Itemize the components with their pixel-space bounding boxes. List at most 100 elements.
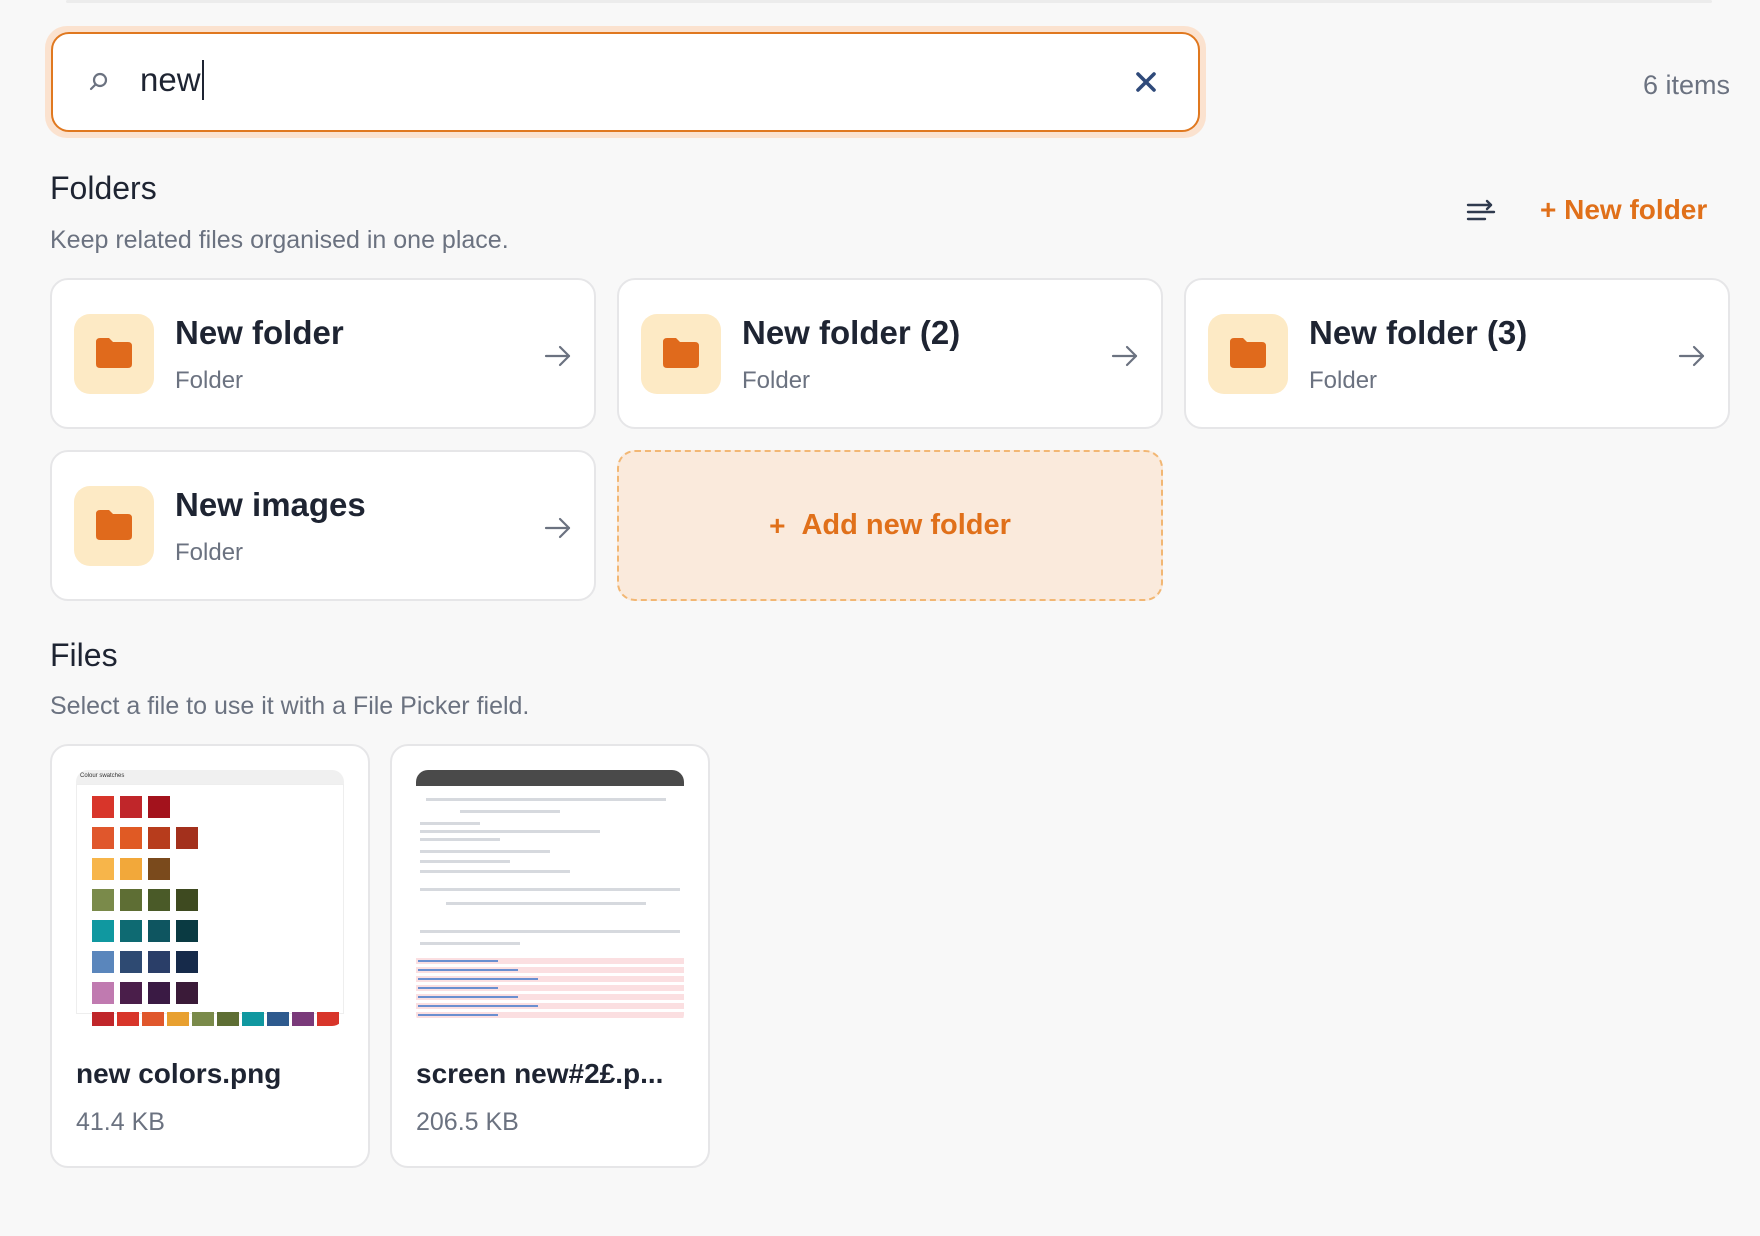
color-swatch bbox=[176, 827, 198, 849]
folder-name: New folder (3) bbox=[1309, 314, 1528, 351]
folder-icon bbox=[663, 338, 699, 368]
color-swatch bbox=[120, 858, 142, 880]
thumbnail-link bbox=[418, 960, 498, 962]
sort-options-icon[interactable] bbox=[1465, 196, 1497, 228]
folder-type: Folder bbox=[175, 367, 244, 394]
plus-icon: + bbox=[769, 509, 786, 541]
thumbnail-line bbox=[420, 838, 500, 841]
file-thumbnail: Colour swatches bbox=[76, 770, 344, 1026]
color-swatch bbox=[176, 920, 198, 942]
folder-name: New images bbox=[175, 486, 366, 523]
file-size: 41.4 KB bbox=[76, 1108, 165, 1136]
folders-subtitle: Keep related files organised in one plac… bbox=[50, 226, 509, 254]
thumbnail-line bbox=[446, 902, 646, 905]
add-new-folder-label: Add new folder bbox=[801, 509, 1011, 541]
search-input[interactable]: new bbox=[51, 32, 1200, 132]
color-swatch bbox=[120, 827, 142, 849]
thumbnail-line bbox=[420, 830, 600, 833]
thumbnail-line bbox=[420, 822, 480, 825]
folder-tile bbox=[74, 314, 154, 394]
file-name: screen new#2£.p... bbox=[416, 1058, 664, 1089]
folder-card[interactable]: New images Folder bbox=[50, 450, 596, 601]
files-subtitle: Select a file to use it with a File Pick… bbox=[50, 692, 530, 720]
folder-name: New folder bbox=[175, 314, 344, 351]
thumbnail-line bbox=[460, 810, 560, 813]
new-folder-button[interactable]: + New folder bbox=[1540, 194, 1707, 226]
file-name: new colors.png bbox=[76, 1058, 282, 1089]
thumbnail-link bbox=[418, 969, 518, 971]
folder-icon bbox=[96, 510, 132, 540]
color-swatch bbox=[92, 796, 114, 818]
thumbnail-frame bbox=[76, 784, 344, 1014]
thumbnail-line bbox=[420, 870, 570, 873]
color-swatch bbox=[267, 1012, 289, 1026]
color-swatch bbox=[92, 889, 114, 911]
color-swatch bbox=[92, 951, 114, 973]
folder-icon bbox=[96, 338, 132, 368]
search-value[interactable]: new bbox=[140, 60, 204, 100]
folder-card[interactable]: New folder (3) Folder bbox=[1184, 278, 1730, 429]
color-swatch bbox=[148, 920, 170, 942]
color-swatch bbox=[217, 1012, 239, 1026]
color-swatch bbox=[92, 982, 114, 1004]
arrow-right-icon bbox=[544, 517, 571, 539]
folder-tile bbox=[74, 486, 154, 566]
color-swatch bbox=[148, 889, 170, 911]
folder-tile bbox=[1208, 314, 1288, 394]
thumbnail-link bbox=[418, 1014, 498, 1016]
thumbnail-line bbox=[420, 888, 680, 891]
color-swatch bbox=[117, 1012, 139, 1026]
thumbnail-link bbox=[418, 978, 538, 980]
arrow-right-icon bbox=[1678, 345, 1705, 367]
color-swatch bbox=[176, 889, 198, 911]
top-divider bbox=[66, 0, 1712, 3]
folder-type: Folder bbox=[175, 539, 244, 566]
file-card[interactable]: screen new#2£.p... 206.5 KB bbox=[390, 744, 710, 1168]
color-swatch bbox=[120, 982, 142, 1004]
arrow-right-icon bbox=[544, 345, 571, 367]
items-count: 6 items bbox=[1642, 70, 1730, 100]
color-swatch bbox=[148, 858, 170, 880]
thumbnail-toolbar bbox=[416, 770, 684, 786]
folder-tile bbox=[641, 314, 721, 394]
color-swatch bbox=[192, 1012, 214, 1026]
thumbnail-link bbox=[418, 996, 518, 998]
thumbnail-link bbox=[418, 1005, 538, 1007]
color-swatch bbox=[148, 982, 170, 1004]
thumbnail-link bbox=[418, 987, 498, 989]
file-thumbnail bbox=[416, 770, 684, 1026]
file-card[interactable]: Colour swatches new colors.png 41.4 KB bbox=[50, 744, 370, 1168]
color-swatch bbox=[120, 920, 142, 942]
thumbnail-caption: Colour swatches bbox=[76, 770, 344, 784]
folder-icon bbox=[1230, 338, 1266, 368]
folder-type: Folder bbox=[742, 367, 811, 394]
color-swatch bbox=[176, 982, 198, 1004]
clear-search-icon[interactable] bbox=[1132, 68, 1160, 96]
color-swatch bbox=[176, 951, 198, 973]
color-swatch bbox=[142, 1012, 164, 1026]
color-swatch bbox=[120, 889, 142, 911]
color-swatch bbox=[242, 1012, 264, 1026]
folder-card[interactable]: New folder (2) Folder bbox=[617, 278, 1163, 429]
thumbnail-line bbox=[420, 942, 520, 945]
folder-name: New folder (2) bbox=[742, 314, 961, 351]
color-swatch bbox=[167, 1012, 189, 1026]
thumbnail-line bbox=[420, 930, 680, 933]
thumbnail-line bbox=[420, 850, 550, 853]
color-swatch bbox=[92, 858, 114, 880]
color-swatch bbox=[120, 796, 142, 818]
folder-type: Folder bbox=[1309, 367, 1378, 394]
color-swatch bbox=[148, 796, 170, 818]
arrow-right-icon bbox=[1111, 345, 1138, 367]
file-size: 206.5 KB bbox=[416, 1108, 519, 1136]
folder-card[interactable]: New folder Folder bbox=[50, 278, 596, 429]
color-swatch bbox=[148, 951, 170, 973]
color-swatch bbox=[92, 827, 114, 849]
thumbnail-line bbox=[426, 798, 666, 801]
color-swatch bbox=[148, 827, 170, 849]
color-swatch bbox=[292, 1012, 314, 1026]
add-new-folder-button[interactable]: + Add new folder bbox=[617, 450, 1163, 601]
color-swatch bbox=[92, 920, 114, 942]
color-swatch bbox=[317, 1012, 339, 1026]
search-icon bbox=[89, 72, 108, 91]
